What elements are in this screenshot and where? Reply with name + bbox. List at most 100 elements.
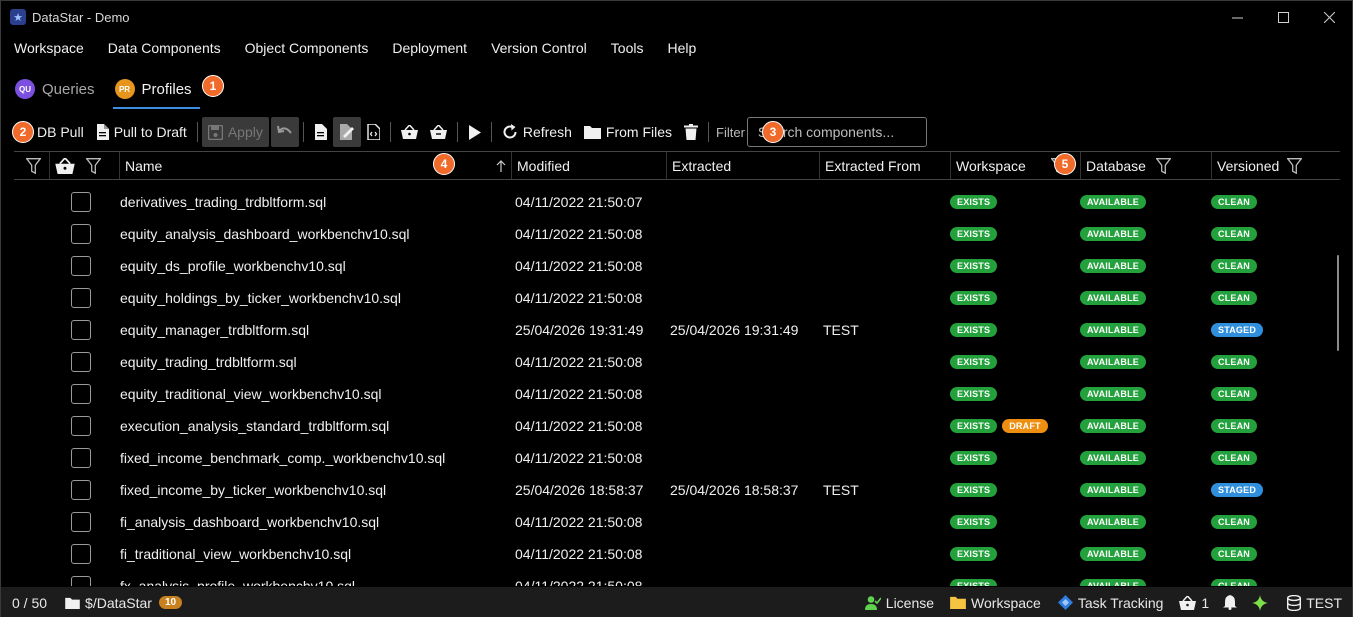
user-check-icon <box>864 595 881 610</box>
table-row[interactable]: equity_manager_trdbltform.sql 25/04/2026 … <box>14 314 1340 346</box>
menu-deployment[interactable]: Deployment <box>392 40 467 56</box>
row-workspace-status: EXISTS DRAFT <box>950 410 1053 442</box>
menu-version-control[interactable]: Version Control <box>491 40 587 56</box>
database-status-badge: AVAILABLE <box>1080 419 1146 433</box>
row-checkbox[interactable] <box>71 352 91 372</box>
tab-badge-profiles: PR <box>114 79 135 99</box>
row-checkbox[interactable] <box>71 320 91 340</box>
sort-ascending-icon[interactable] <box>496 160 506 172</box>
menu-tools[interactable]: Tools <box>611 40 644 56</box>
bell-icon <box>1223 595 1238 610</box>
ai-assistant-button[interactable] <box>1252 587 1273 617</box>
vertical-scrollbar[interactable] <box>1337 255 1339 351</box>
delete-button[interactable] <box>678 117 704 147</box>
db-pull-button[interactable]: DB Pull <box>33 117 90 147</box>
table-row[interactable]: fixed_income_by_ticker_workbenchv10.sql 2… <box>14 474 1340 506</box>
minimize-button[interactable] <box>1214 1 1260 33</box>
maximize-button[interactable] <box>1260 1 1306 33</box>
folder-icon <box>950 596 966 609</box>
path-count-badge: 10 <box>158 596 183 609</box>
funnel-icon[interactable] <box>1287 158 1302 174</box>
tab-label: Profiles <box>141 80 192 98</box>
row-checkbox[interactable] <box>71 416 91 436</box>
view-file-button[interactable] <box>308 117 333 147</box>
menu-help[interactable]: Help <box>667 40 696 56</box>
export-file-button[interactable] <box>361 117 386 147</box>
license-status[interactable]: License <box>864 587 934 617</box>
row-checkbox[interactable] <box>71 448 91 468</box>
row-name: equity_analysis_dashboard_workbenchv10.s… <box>120 226 410 242</box>
close-button[interactable] <box>1306 1 1352 33</box>
row-checkbox[interactable] <box>71 224 91 244</box>
funnel-icon[interactable] <box>26 158 41 174</box>
play-icon <box>468 124 481 140</box>
folder-icon <box>65 597 80 609</box>
toolbar-separator <box>302 122 304 142</box>
table-row[interactable]: fi_traditional_view_workbenchv10.sql 04/1… <box>14 538 1340 570</box>
row-checkbox[interactable] <box>71 576 91 586</box>
maximize-icon <box>1277 11 1289 23</box>
row-workspace-status: EXISTS <box>950 218 1002 250</box>
versioned-status-badge: STAGED <box>1211 323 1264 337</box>
row-checkbox-cell <box>71 186 91 218</box>
from-files-button[interactable]: From Files <box>578 117 678 147</box>
undo-button[interactable] <box>270 117 299 147</box>
database-column-header[interactable]: Database <box>1081 152 1212 179</box>
extracted-column-header[interactable]: Extracted <box>667 152 820 179</box>
row-checkbox[interactable] <box>71 384 91 404</box>
filter-column-header[interactable] <box>14 152 50 179</box>
row-checkbox-cell <box>71 282 91 314</box>
save-icon <box>207 124 223 140</box>
versioned-status-badge: CLEAN <box>1211 579 1257 586</box>
basket-column-header[interactable] <box>50 152 120 179</box>
row-workspace-status: EXISTS <box>950 442 1002 474</box>
pull-to-draft-button[interactable]: Pull to Draft <box>90 117 193 147</box>
menu-data-components[interactable]: Data Components <box>108 40 221 56</box>
versioned-column-header[interactable]: Versioned <box>1212 152 1340 179</box>
file-edit-icon <box>339 124 354 140</box>
row-checkbox-cell <box>71 474 91 506</box>
modified-column-header[interactable]: Modified <box>512 152 667 179</box>
basket-status[interactable]: 1 <box>1179 587 1209 617</box>
refresh-button[interactable]: Refresh <box>496 117 578 147</box>
tab-profiles[interactable]: PR Profiles <box>109 71 200 109</box>
row-modified: 25/04/2026 18:58:37 <box>515 482 644 498</box>
table-row[interactable]: fi_analysis_dashboard_workbenchv10.sql 04… <box>14 506 1340 538</box>
extracted-from-column-header[interactable]: Extracted From <box>820 152 951 179</box>
table-row[interactable]: equity_analysis_dashboard_workbenchv10.s… <box>14 218 1340 250</box>
table-row[interactable]: equity_ds_profile_workbenchv10.sql 04/11/… <box>14 250 1340 282</box>
task-tracking-status[interactable]: Task Tracking <box>1057 587 1163 617</box>
environment-status[interactable]: TEST <box>1287 587 1342 617</box>
add-to-basket-button[interactable] <box>395 117 424 147</box>
run-button[interactable] <box>462 117 487 147</box>
database-column-label: Database <box>1086 157 1146 174</box>
menu-workspace[interactable]: Workspace <box>14 40 84 56</box>
table-row[interactable]: fixed_income_benchmark_comp._workbenchv1… <box>14 442 1340 474</box>
workspace-status-badge: EXISTS <box>950 259 998 273</box>
edit-file-button[interactable] <box>332 117 361 147</box>
apply-button[interactable]: Apply <box>201 117 269 147</box>
funnel-icon[interactable] <box>1156 158 1171 174</box>
callout-marker-5: 5 <box>1054 153 1076 175</box>
menu-object-components[interactable]: Object Components <box>245 40 369 56</box>
repo-path[interactable]: $/DataStar 10 <box>65 587 183 617</box>
notifications-button[interactable] <box>1223 587 1242 617</box>
row-checkbox[interactable] <box>71 288 91 308</box>
row-workspace-status: EXISTS <box>950 282 1002 314</box>
table-row[interactable]: derivatives_trading_trdbltform.sql 04/11/… <box>14 186 1340 218</box>
row-checkbox[interactable] <box>71 480 91 500</box>
table-row[interactable]: equity_trading_trdbltform.sql 04/11/2022 … <box>14 346 1340 378</box>
row-checkbox[interactable] <box>71 192 91 212</box>
table-row[interactable]: fx_analysis_profile_workbenchv10.sql 04/1… <box>14 570 1340 586</box>
row-checkbox[interactable] <box>71 256 91 276</box>
remove-from-basket-button[interactable] <box>424 117 453 147</box>
row-checkbox[interactable] <box>71 544 91 564</box>
versioned-status-badge: CLEAN <box>1211 547 1257 561</box>
table-row[interactable]: equity_holdings_by_ticker_workbenchv10.s… <box>14 282 1340 314</box>
workspace-status[interactable]: Workspace <box>950 587 1041 617</box>
funnel-icon[interactable] <box>86 158 101 174</box>
tab-queries[interactable]: QU Queries <box>9 71 101 107</box>
row-checkbox[interactable] <box>71 512 91 532</box>
table-row[interactable]: execution_analysis_standard_trdbltform.s… <box>14 410 1340 442</box>
table-row[interactable]: equity_traditional_view_workbenchv10.sql… <box>14 378 1340 410</box>
